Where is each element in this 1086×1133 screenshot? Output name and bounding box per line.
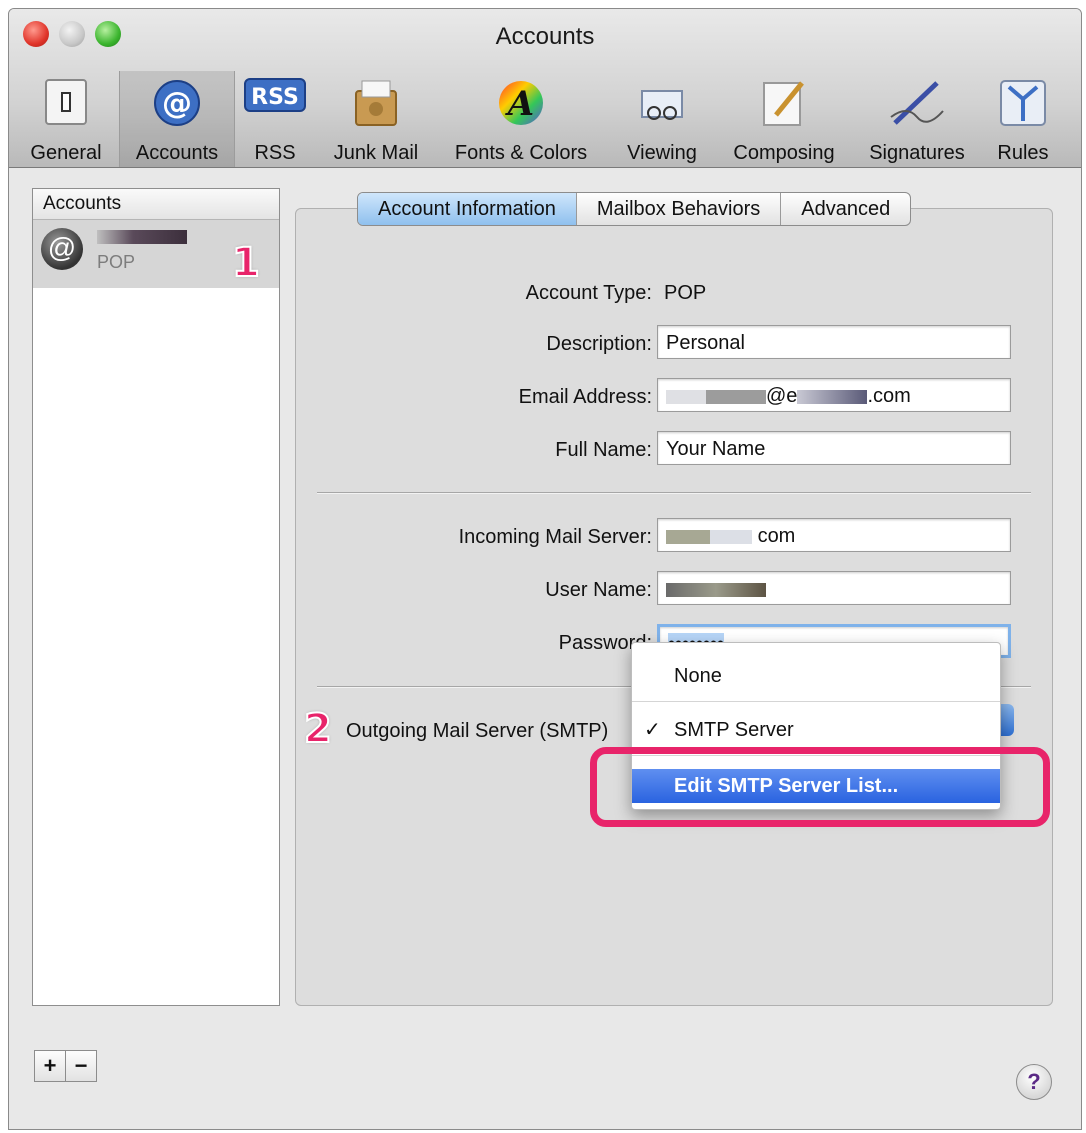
full-name-value: Your Name: [666, 438, 766, 460]
account-type-value: POP: [664, 282, 707, 304]
username-field[interactable]: [657, 571, 1011, 605]
remove-account-button[interactable]: −: [66, 1051, 96, 1081]
email-domain-end: .com: [867, 385, 911, 407]
toolbar-composing[interactable]: Composing: [719, 71, 849, 167]
description-field[interactable]: Personal: [657, 325, 1011, 359]
step-marker-1: 1: [231, 239, 261, 287]
email-label: Email Address:: [518, 386, 652, 408]
accounts-list[interactable]: Accounts @ POP: [32, 188, 280, 1006]
svg-text:@: @: [162, 86, 192, 121]
toolbar-label: Rules: [997, 142, 1049, 164]
toolbar-label: Signatures: [869, 142, 965, 164]
add-account-button[interactable]: +: [35, 1051, 66, 1081]
incoming-server-field[interactable]: com: [657, 518, 1011, 552]
server-redacted: [666, 529, 710, 544]
email-redacted: [666, 389, 706, 404]
account-type: POP: [97, 252, 136, 272]
email-at: @e: [766, 385, 798, 407]
toolbar-label: Composing: [733, 142, 835, 164]
signatures-icon: [890, 81, 944, 125]
account-name-redacted: [97, 230, 187, 244]
toolbar-fonts-colors[interactable]: A Fonts & Colors: [437, 71, 605, 167]
svg-text:RSS: RSS: [251, 85, 299, 110]
checkmark-icon: ✓: [644, 719, 661, 741]
toolbar-general[interactable]: General: [19, 71, 113, 167]
description-label: Description:: [546, 333, 652, 355]
at-icon: @: [154, 80, 200, 126]
toolbar-label: General: [30, 142, 102, 164]
title-bar: Accounts General @ Accounts RSS RSS Junk…: [9, 9, 1081, 168]
full-name-label: Full Name:: [555, 439, 652, 461]
toolbar-label: Viewing: [627, 142, 697, 164]
section-divider: [317, 492, 1031, 494]
switch-icon: [45, 79, 87, 125]
toolbar-label: Fonts & Colors: [454, 142, 588, 164]
toolbar-viewing[interactable]: Viewing: [613, 71, 711, 167]
toolbar-label: Accounts: [135, 142, 219, 164]
description-value: Personal: [666, 332, 745, 354]
email-field[interactable]: @e .com: [657, 378, 1011, 412]
rss-icon: RSS: [244, 78, 306, 112]
tab-account-information[interactable]: Account Information: [358, 193, 577, 225]
toolbar-label: RSS: [254, 142, 296, 164]
toolbar-rss[interactable]: RSS RSS: [239, 71, 311, 167]
username-redacted: [666, 582, 766, 597]
menu-item-smtp-server[interactable]: ✓ SMTP Server: [632, 713, 1000, 747]
menu-item-none[interactable]: None: [632, 659, 1000, 693]
toolbar-accounts[interactable]: @ Accounts: [119, 71, 235, 167]
rules-icon: [1000, 80, 1046, 126]
toolbar-junk-mail[interactable]: Junk Mail: [321, 71, 431, 167]
full-name-field[interactable]: Your Name: [657, 431, 1011, 465]
toolbar-rules[interactable]: Rules: [985, 71, 1061, 167]
email-redacted: [797, 389, 868, 404]
outgoing-server-label: Outgoing Mail Server (SMTP): [346, 720, 609, 742]
svg-text:A: A: [505, 84, 534, 124]
step-marker-2: 2: [303, 705, 333, 753]
username-label: User Name:: [545, 579, 652, 601]
account-add-remove: + −: [34, 1050, 97, 1082]
at-icon: @: [41, 228, 83, 270]
incoming-server-label: Incoming Mail Server:: [458, 526, 652, 548]
accounts-list-header: Accounts: [33, 189, 279, 220]
callout-highlight: [590, 747, 1050, 827]
help-button[interactable]: ?: [1016, 1064, 1052, 1100]
toolbar-signatures[interactable]: Signatures: [855, 71, 979, 167]
server-redacted: [710, 529, 752, 544]
menu-separator: [632, 701, 1000, 702]
tab-mailbox-behaviors[interactable]: Mailbox Behaviors: [577, 193, 782, 225]
window-title: Accounts: [495, 23, 595, 50]
account-tabs: Account Information Mailbox Behaviors Ad…: [357, 192, 912, 226]
incoming-server-suffix: com: [757, 525, 796, 547]
account-type-label: Account Type:: [525, 282, 652, 304]
composing-icon: [763, 81, 804, 126]
junk-mail-icon: [355, 80, 397, 126]
toolbar-label: Junk Mail: [333, 142, 419, 164]
fonts-colors-icon: A: [499, 81, 543, 125]
viewing-icon: [641, 90, 683, 120]
tab-advanced[interactable]: Advanced: [781, 193, 910, 225]
email-redacted: [706, 389, 766, 404]
